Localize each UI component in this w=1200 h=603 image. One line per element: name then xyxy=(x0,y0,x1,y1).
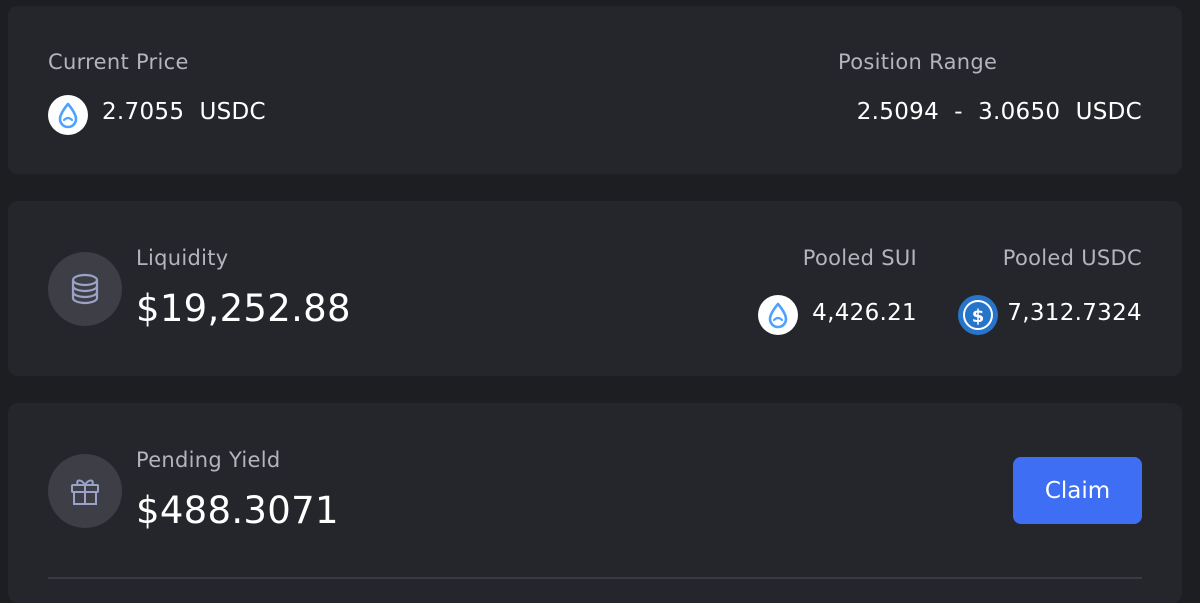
current-price-label: Current Price xyxy=(48,50,189,74)
position-range-value: 2.5094 - 3.0650 USDC xyxy=(856,99,1142,125)
current-price-value: 2.7055 USDC xyxy=(102,99,266,125)
pooled-usdc-label: Pooled USDC xyxy=(1002,246,1142,270)
sui-icon xyxy=(758,295,798,335)
pending-yield-card: Pending Yield $488.3071 Claim xyxy=(8,403,1182,603)
price-card: Current Price 2.7055 USDC Position Range… xyxy=(8,6,1182,174)
svg-text:$: $ xyxy=(972,306,985,327)
liquidity-card: Liquidity $19,252.88 Pooled SUI 4,426.21… xyxy=(8,201,1182,376)
pending-yield-value: $488.3071 xyxy=(136,489,339,532)
coin-stack-icon xyxy=(48,252,122,326)
position-range-label: Position Range xyxy=(838,50,998,74)
pooled-usdc-value: 7,312.7324 xyxy=(1007,300,1142,326)
liquidity-label: Liquidity xyxy=(136,246,229,270)
pending-yield-label: Pending Yield xyxy=(136,448,281,472)
liquidity-value: $19,252.88 xyxy=(136,287,351,330)
pooled-sui-value: 4,426.21 xyxy=(812,300,917,326)
gift-icon xyxy=(48,454,122,528)
claim-button[interactable]: Claim xyxy=(1013,457,1142,524)
sui-icon xyxy=(48,95,88,135)
divider xyxy=(48,577,1142,579)
pooled-sui-label: Pooled SUI xyxy=(802,246,917,270)
usdc-icon: $ xyxy=(958,295,998,335)
